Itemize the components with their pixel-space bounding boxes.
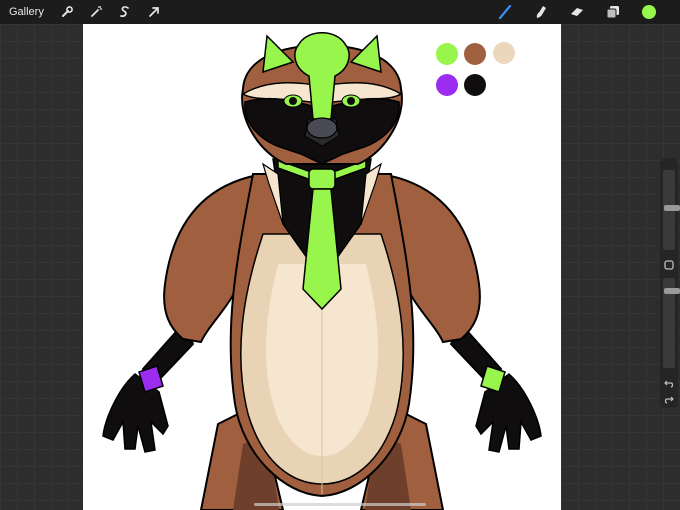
palette-swatch[interactable] [493, 42, 515, 64]
selection-icon[interactable] [114, 1, 136, 23]
right-toolbar [494, 1, 674, 23]
raccoon-artwork [102, 32, 542, 510]
side-slider-bar [660, 158, 680, 408]
brush-size-thumb[interactable] [664, 205, 680, 211]
smudge-icon[interactable] [530, 1, 552, 23]
wrench-icon[interactable] [56, 1, 78, 23]
palette-swatch[interactable] [464, 74, 486, 96]
layers-icon[interactable] [602, 1, 624, 23]
gallery-button[interactable]: Gallery [9, 6, 44, 18]
current-color-dot[interactable] [642, 5, 656, 19]
opacity-slider[interactable] [663, 278, 680, 368]
home-indicator [254, 503, 426, 506]
drawing-canvas[interactable] [83, 24, 561, 510]
magic-wand-icon[interactable] [85, 1, 107, 23]
brush-size-slider[interactable] [663, 170, 680, 250]
eraser-icon[interactable] [566, 1, 588, 23]
palette-swatch[interactable] [464, 43, 486, 65]
modify-button-square-icon[interactable] [664, 260, 674, 270]
color-palette-swatches [436, 42, 515, 96]
opacity-thumb[interactable] [664, 288, 680, 294]
top-toolbar: Gallery [0, 0, 680, 24]
brush-icon[interactable] [494, 1, 516, 23]
transform-icon[interactable] [143, 1, 165, 23]
undo-icon[interactable] [664, 378, 674, 388]
redo-icon[interactable] [664, 394, 674, 404]
color-picker-button[interactable] [638, 1, 660, 23]
palette-swatch[interactable] [436, 74, 458, 96]
palette-swatch[interactable] [436, 43, 458, 65]
